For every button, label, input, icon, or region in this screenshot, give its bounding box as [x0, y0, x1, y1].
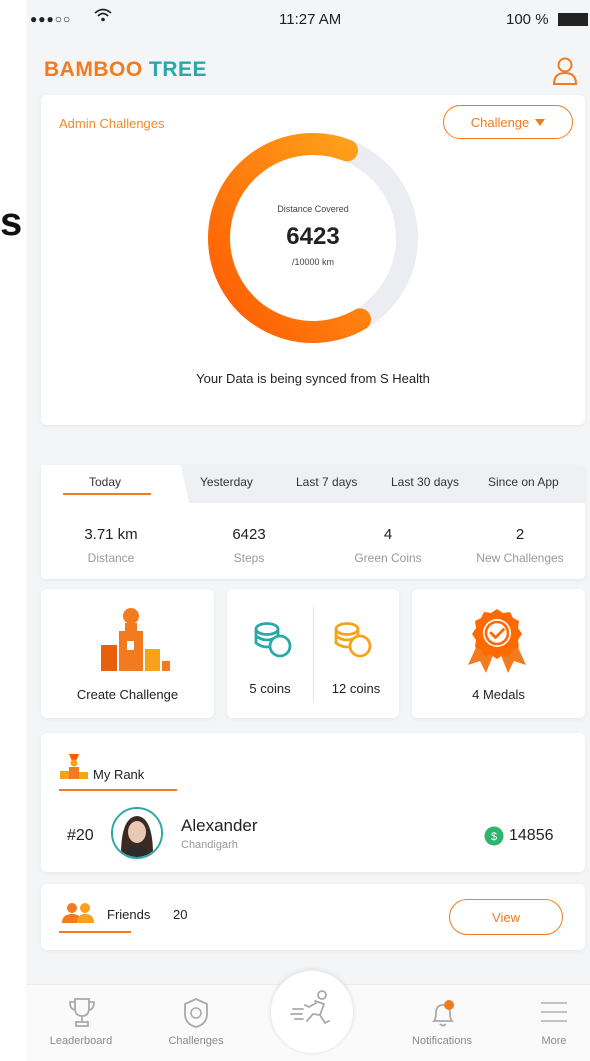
status-bar: ●●●○○ 11:27 AM 100 %	[26, 0, 590, 40]
caret-down-icon	[535, 118, 546, 126]
bell-icon	[431, 1000, 455, 1027]
brand-word-tree: TREE	[149, 58, 208, 81]
distance-covered-label: Distance Covered	[277, 204, 349, 214]
activity-stats-card: Today Yesterday Last 7 days Last 30 days…	[41, 465, 585, 579]
green-coin-icon: $	[484, 826, 504, 846]
status-time: 11:27 AM	[279, 11, 342, 28]
nav-label-notifications: Notifications	[412, 1035, 472, 1047]
battery-icon	[558, 13, 588, 26]
stat-label: New Challenges	[476, 551, 564, 565]
active-tab-indicator	[63, 493, 151, 495]
green-coins-icon	[254, 622, 292, 658]
stat-value: 2	[515, 526, 525, 543]
stat-value: 3.71 km	[84, 526, 138, 543]
my-rank-title: My Rank	[93, 767, 145, 782]
create-challenge-label: Create Challenge	[76, 687, 179, 702]
stat-value: 6423	[232, 526, 266, 543]
stat-label: Green Coins	[354, 551, 422, 565]
view-friends-button[interactable]: View	[449, 899, 563, 935]
my-rank-card: My Rank #20 Alexander Chandigarh $ 14856	[41, 733, 585, 872]
edge-letter-fragment: s	[0, 200, 23, 244]
challenge-button-label: Challenge	[470, 114, 530, 130]
stat-value: 4	[383, 526, 393, 543]
tab-today[interactable]: Today	[89, 475, 121, 489]
avatar[interactable]	[111, 807, 163, 859]
tab-last-30-days[interactable]: Last 30 days	[391, 475, 459, 489]
tab-since-on-app[interactable]: Since on App	[488, 475, 559, 489]
screen: s ●●●○○ 11:27 AM 100 % BAMBOO TREE Admin…	[0, 0, 590, 1061]
gold-coins-icon	[334, 622, 372, 658]
medals-card[interactable]: 4 Medals	[412, 589, 585, 718]
admin-challenges-title: Admin Challenges	[59, 116, 165, 131]
friends-card: Friends 20 View	[41, 884, 585, 950]
rank-position: #20	[67, 827, 94, 844]
challenge-dropdown-button[interactable]: Challenge	[443, 105, 573, 139]
rank-title-underline	[59, 789, 177, 791]
sync-status-text: Your Data is being synced from S Health	[196, 371, 430, 386]
phone-screen: ●●●○○ 11:27 AM 100 % BAMBOO TREE Admin C…	[26, 0, 590, 1061]
center-activity-button[interactable]	[270, 970, 354, 1054]
ring-center: Distance Covered 6423 /10000 km	[208, 133, 418, 343]
green-coins-count: 5 coins	[249, 681, 291, 696]
rank-podium-icon	[60, 754, 88, 779]
menu-icon	[541, 1002, 567, 1022]
battery-percent: 100 %	[506, 11, 549, 28]
stat-green-coins: 4 Green Coins	[331, 526, 445, 565]
admin-challenges-card: Admin Challenges Challenge Distance Cove…	[41, 95, 585, 425]
friends-count: 20	[173, 907, 188, 922]
distance-value: 6423	[286, 223, 340, 250]
gold-coins-count: 12 coins	[331, 681, 381, 696]
medal-icon	[468, 609, 526, 673]
podium-icon	[101, 608, 170, 671]
friends-underline	[59, 931, 131, 933]
nav-label-challenges: Challenges	[168, 1035, 224, 1047]
nav-label-more: More	[541, 1035, 567, 1047]
user-icon[interactable]	[552, 56, 578, 86]
app-logo: BAMBOO TREE	[44, 58, 207, 82]
rank-score: 14856	[509, 827, 554, 844]
rank-user-name: Alexander	[181, 816, 258, 835]
svg-text:$: $	[491, 831, 497, 843]
medals-label: 4 Medals	[472, 687, 525, 702]
wifi-icon	[94, 8, 112, 26]
friends-icon	[62, 903, 94, 923]
nav-label-leaderboard: Leaderboard	[49, 1035, 113, 1047]
tab-last-7-days[interactable]: Last 7 days	[296, 475, 357, 489]
brand-word-bamboo: BAMBOO	[44, 58, 143, 81]
stat-new-challenges: 2 New Challenges	[459, 526, 581, 565]
badge-icon	[184, 998, 208, 1028]
distance-goal: /10000 km	[291, 257, 335, 267]
stat-label: Steps	[233, 551, 265, 565]
rank-user-city: Chandigarh	[181, 839, 238, 851]
friends-label: Friends	[107, 907, 151, 922]
signal-indicator: ●●●○○	[30, 12, 72, 26]
stat-label: Distance	[87, 551, 135, 565]
stat-distance: 3.71 km Distance	[63, 526, 159, 565]
left-edge-strip: s	[0, 0, 26, 1061]
coins-card: 5 coins 12 coins	[227, 589, 399, 718]
trophy-icon	[69, 998, 95, 1027]
running-man-icon	[290, 990, 330, 1024]
stat-steps: 6423 Steps	[213, 526, 285, 565]
tab-yesterday[interactable]: Yesterday	[200, 475, 253, 489]
create-challenge-card[interactable]: Create Challenge	[41, 589, 214, 718]
